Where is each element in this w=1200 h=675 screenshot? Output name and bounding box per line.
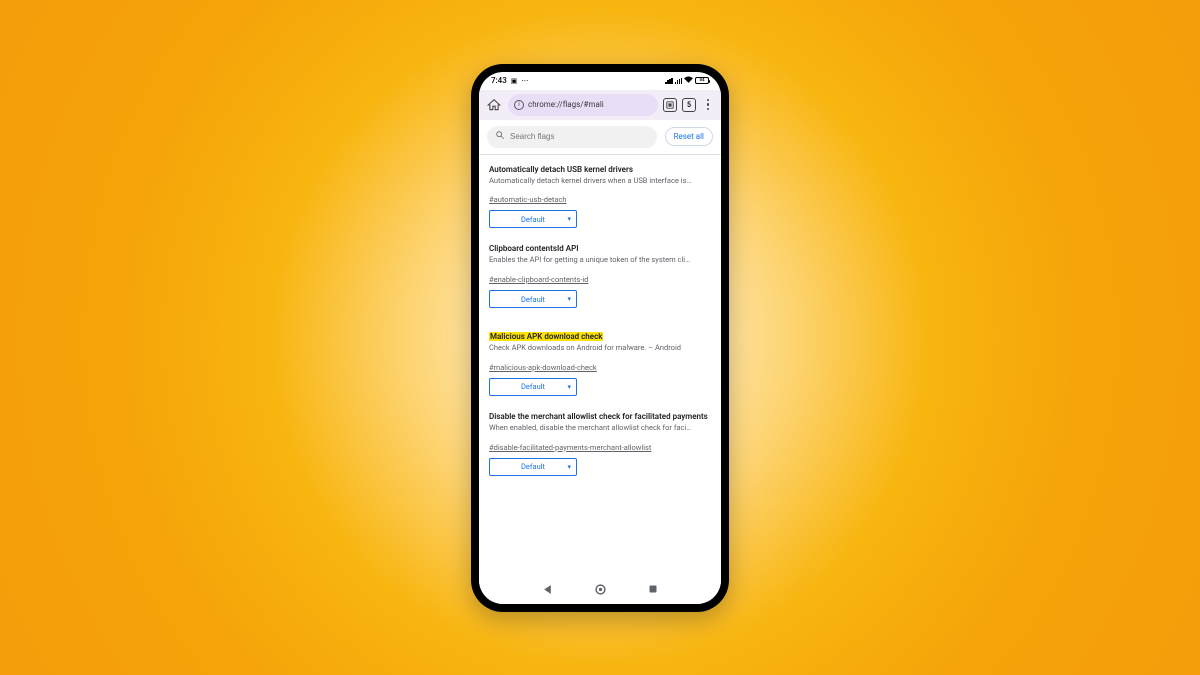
flag-dropdown[interactable]: Default: [489, 378, 577, 396]
home-button[interactable]: [485, 96, 503, 114]
browser-toolbar: i chrome://flags/#mali 5: [479, 90, 721, 120]
flags-search-row: Reset all: [479, 120, 721, 155]
flag-anchor-link[interactable]: #disable-facilitated-payments-merchant-a…: [489, 443, 651, 452]
url-text: chrome://flags/#mali: [528, 100, 604, 109]
android-nav-bar: [479, 578, 721, 604]
menu-button[interactable]: [701, 99, 715, 111]
flag-description: Enables the API for getting a unique tok…: [489, 255, 711, 265]
flag-description: When enabled, disable the merchant allow…: [489, 423, 711, 433]
flag-description: Automatically detach kernel drivers when…: [489, 176, 711, 186]
status-time: 7:43: [491, 76, 507, 85]
site-info-icon[interactable]: i: [514, 100, 524, 110]
flag-dropdown[interactable]: Default: [489, 458, 577, 476]
flag-title: Clipboard contentsId API: [489, 244, 711, 253]
notification-icon: ▣: [511, 77, 518, 85]
search-icon: [495, 130, 505, 143]
flag-anchor-link[interactable]: #malicious-apk-download-check: [489, 363, 597, 372]
flag-item: Malicious APK download check Check APK d…: [489, 324, 711, 396]
signal-icon-2: [675, 78, 683, 84]
flag-item: Clipboard contentsId API Enables the API…: [489, 244, 711, 308]
flag-title: Disable the merchant allowlist check for…: [489, 412, 711, 421]
screen-share-icon[interactable]: [663, 98, 677, 112]
flag-dropdown[interactable]: Default: [489, 290, 577, 308]
status-bar: 7:43 ▣ ⋯ 84: [479, 72, 721, 90]
flag-anchor-link[interactable]: #automatic-usb-detach: [489, 195, 567, 204]
flag-item: Disable the merchant allowlist check for…: [489, 412, 711, 476]
phone-frame: 7:43 ▣ ⋯ 84 i chrome://flags/#mali: [471, 64, 729, 612]
home-nav-button[interactable]: [595, 584, 606, 598]
flags-list[interactable]: Automatically detach USB kernel drivers …: [479, 155, 721, 578]
tabs-button[interactable]: 5: [682, 98, 696, 112]
flag-anchor-link[interactable]: #enable-clipboard-contents-id: [489, 275, 588, 284]
more-notifications-icon: ⋯: [521, 77, 528, 85]
wifi-icon: [684, 76, 693, 85]
battery-icon: 84: [695, 77, 709, 84]
flag-title: Automatically detach USB kernel drivers: [489, 165, 711, 174]
flag-title-highlighted: Malicious APK download check: [489, 332, 603, 341]
flag-dropdown[interactable]: Default: [489, 210, 577, 228]
search-input[interactable]: [510, 132, 649, 141]
search-box[interactable]: [487, 126, 657, 148]
reset-all-button[interactable]: Reset all: [665, 127, 713, 146]
recents-button[interactable]: [648, 584, 658, 597]
flag-description: Check APK downloads on Android for malwa…: [489, 343, 711, 353]
signal-icon-1: [665, 78, 673, 84]
screen: 7:43 ▣ ⋯ 84 i chrome://flags/#mali: [479, 72, 721, 604]
flag-item: Automatically detach USB kernel drivers …: [489, 165, 711, 229]
url-bar[interactable]: i chrome://flags/#mali: [508, 94, 658, 116]
back-button[interactable]: [542, 584, 553, 598]
